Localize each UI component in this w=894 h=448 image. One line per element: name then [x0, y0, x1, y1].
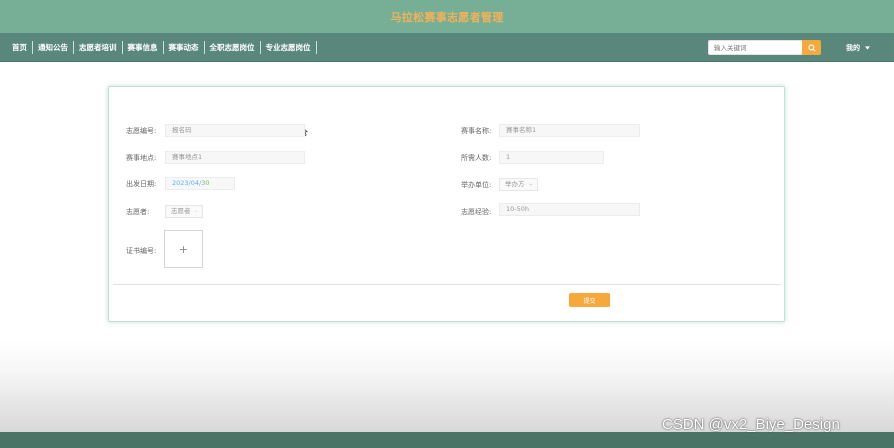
- required-count-label: 所需人数:: [461, 154, 492, 162]
- volunteer-experience-field[interactable]: 10-50h: [499, 203, 640, 216]
- organizer-select-value: 举办方: [505, 180, 525, 188]
- user-menu[interactable]: 我的: [846, 42, 870, 54]
- start-date-field[interactable]: 2023/04/30: [165, 177, 235, 190]
- start-date-month: 2023/04/: [172, 179, 202, 187]
- start-date-label: 出发日期:: [126, 180, 157, 188]
- site-title: 马拉松赛事志愿者管理: [390, 10, 504, 24]
- volunteer-no-field[interactable]: 报名码: [165, 124, 305, 137]
- form-card: 志愿编号: 报名码 赛事名称: 赛事名称1 赛事地点: 赛事地点1 所需人数: …: [108, 86, 785, 322]
- search-input[interactable]: [708, 40, 803, 55]
- volunteer-select-value: 志愿者: [171, 207, 191, 215]
- nav-item-notices[interactable]: 通知公告: [33, 40, 74, 54]
- volunteer-experience-label: 志愿经验:: [461, 208, 492, 216]
- title-bar: 马拉松赛事志愿者管理: [0, 0, 894, 33]
- nav-item-fulltime-positions[interactable]: 全职志愿岗位: [205, 40, 261, 54]
- certificate-upload[interactable]: +: [164, 230, 203, 268]
- nav-item-event-info[interactable]: 赛事信息: [123, 40, 164, 54]
- search-icon: [807, 43, 816, 52]
- caret-down-icon: [865, 46, 870, 50]
- volunteer-select[interactable]: 志愿者: [165, 205, 203, 218]
- nav-item-home[interactable]: 首页: [7, 40, 33, 54]
- nav-list: 首页 通知公告 志愿者培训 赛事信息 赛事动态 全职志愿岗位 专业志愿岗位: [0, 33, 317, 61]
- search-button[interactable]: [802, 40, 821, 55]
- event-location-label: 赛事地点:: [126, 154, 157, 162]
- organizer-select[interactable]: 举办方: [499, 178, 538, 191]
- required-count-field[interactable]: 1: [499, 151, 604, 164]
- plus-icon: +: [178, 242, 189, 256]
- event-name-field[interactable]: 赛事名称1: [499, 124, 640, 137]
- volunteer-label: 志愿者:: [126, 208, 150, 216]
- user-menu-label: 我的: [846, 44, 860, 52]
- event-location-field[interactable]: 赛事地点1: [165, 151, 305, 164]
- certificate-label: 证书编号:: [126, 247, 157, 255]
- form-divider: [113, 284, 781, 285]
- nav-item-professional-positions[interactable]: 专业志愿岗位: [261, 40, 317, 54]
- organizer-label: 举办单位:: [461, 181, 492, 189]
- footer-strip: [0, 432, 894, 448]
- chevron-down-icon: [194, 210, 197, 213]
- nav-item-event-news[interactable]: 赛事动态: [164, 40, 205, 54]
- start-date-day: 30: [201, 179, 210, 187]
- watermark: CSDN @vx2_Biye_Design: [662, 416, 840, 433]
- volunteer-no-label: 志愿编号:: [126, 127, 157, 135]
- event-name-label: 赛事名称:: [461, 127, 492, 135]
- chevron-down-icon: [528, 183, 532, 186]
- submit-button[interactable]: 提交: [569, 293, 610, 307]
- nav-item-volunteer-training[interactable]: 志愿者培训: [74, 40, 123, 54]
